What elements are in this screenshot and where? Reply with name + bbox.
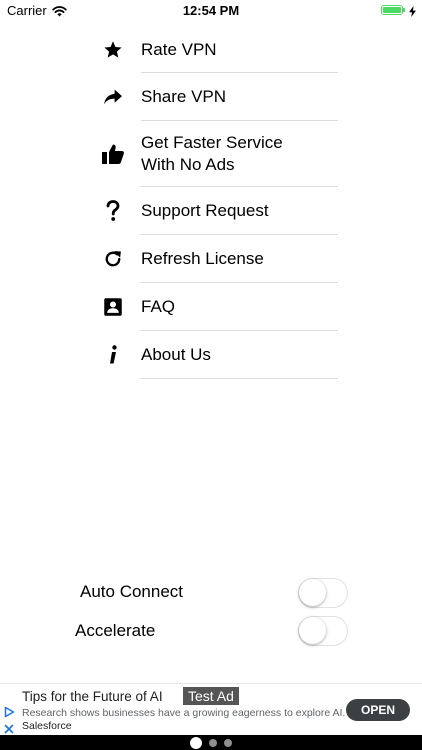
ad-advertiser: Salesforce	[22, 720, 72, 732]
menu-item-faster-service[interactable]: Get Faster Service With No Ads	[95, 121, 338, 187]
accelerate-row: Accelerate	[0, 616, 422, 648]
page-dot[interactable]	[209, 738, 217, 747]
test-ad-badge: Test Ad	[183, 687, 239, 705]
menu-item-label: FAQ	[141, 297, 176, 316]
auto-connect-label: Auto Connect	[80, 582, 184, 601]
charging-bolt-icon	[409, 4, 416, 22]
info-icon	[101, 343, 125, 367]
menu-item-faq[interactable]: FAQ	[95, 283, 338, 331]
menu-item-rate-vpn[interactable]: Rate VPN	[95, 26, 338, 73]
page-dot[interactable]	[190, 736, 202, 749]
menu-item-label: Share VPN	[141, 87, 227, 106]
menu-item-share-vpn[interactable]: Share VPN	[95, 73, 338, 121]
settings-menu: Rate VPN Share VPN Get Faster Service Wi…	[95, 26, 338, 379]
accelerate-switch[interactable]	[298, 616, 348, 646]
star-icon	[101, 38, 125, 62]
clock: 12:54 PM	[182, 3, 240, 18]
contact-card-icon	[101, 295, 125, 319]
thumbs-up-icon	[101, 142, 125, 166]
accelerate-label: Accelerate	[75, 621, 156, 640]
menu-item-label: About Us	[141, 345, 211, 364]
menu-item-about-us[interactable]: About Us	[95, 331, 338, 379]
page-indicator	[0, 735, 422, 750]
menu-item-label: Refresh License	[141, 249, 264, 268]
battery-fill	[383, 7, 401, 13]
battery-cap	[403, 8, 405, 12]
share-arrow-icon	[101, 85, 125, 109]
page-dot[interactable]	[224, 738, 232, 747]
ad-open-button[interactable]: OPEN	[346, 699, 410, 721]
menu-item-refresh-license[interactable]: Refresh License	[95, 235, 338, 283]
menu-item-support-request[interactable]: Support Request	[95, 187, 338, 235]
battery-icon	[381, 5, 405, 15]
switch-knob	[299, 579, 326, 606]
menu-item-label: Get Faster Service With No Ads	[141, 133, 283, 174]
auto-connect-row: Auto Connect	[0, 577, 422, 609]
ad-title[interactable]: Tips for the Future of AI	[22, 689, 163, 704]
auto-connect-switch[interactable]	[298, 578, 348, 608]
status-bar: Carrier 12:54 PM	[0, 0, 422, 22]
refresh-icon	[101, 247, 125, 271]
menu-item-label: Support Request	[141, 201, 269, 220]
divider	[141, 378, 338, 379]
ad-description: Research shows businesses have a growing…	[22, 707, 346, 719]
menu-item-label: Rate VPN	[141, 39, 217, 59]
switch-knob	[299, 617, 326, 644]
question-mark-icon	[101, 199, 125, 223]
ad-banner[interactable]: Tips for the Future of AI Test Ad Resear…	[0, 683, 422, 736]
